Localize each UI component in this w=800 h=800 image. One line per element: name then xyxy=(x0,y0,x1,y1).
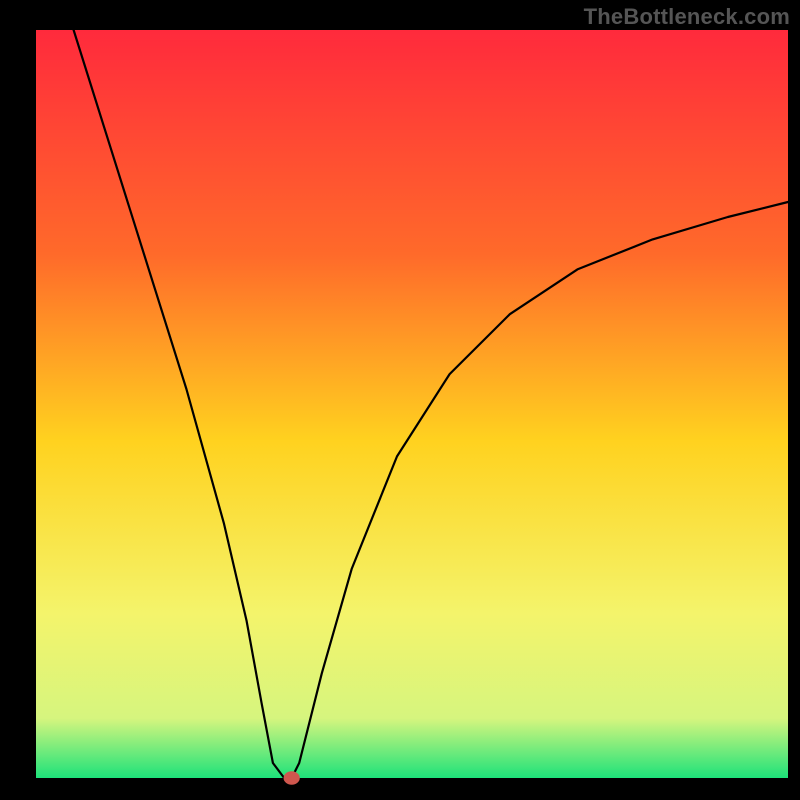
chart-frame: TheBottleneck.com xyxy=(0,0,800,800)
watermark-text: TheBottleneck.com xyxy=(584,4,790,30)
optimum-marker xyxy=(284,771,300,785)
plot-background xyxy=(36,30,788,778)
bottleneck-chart xyxy=(0,0,800,800)
